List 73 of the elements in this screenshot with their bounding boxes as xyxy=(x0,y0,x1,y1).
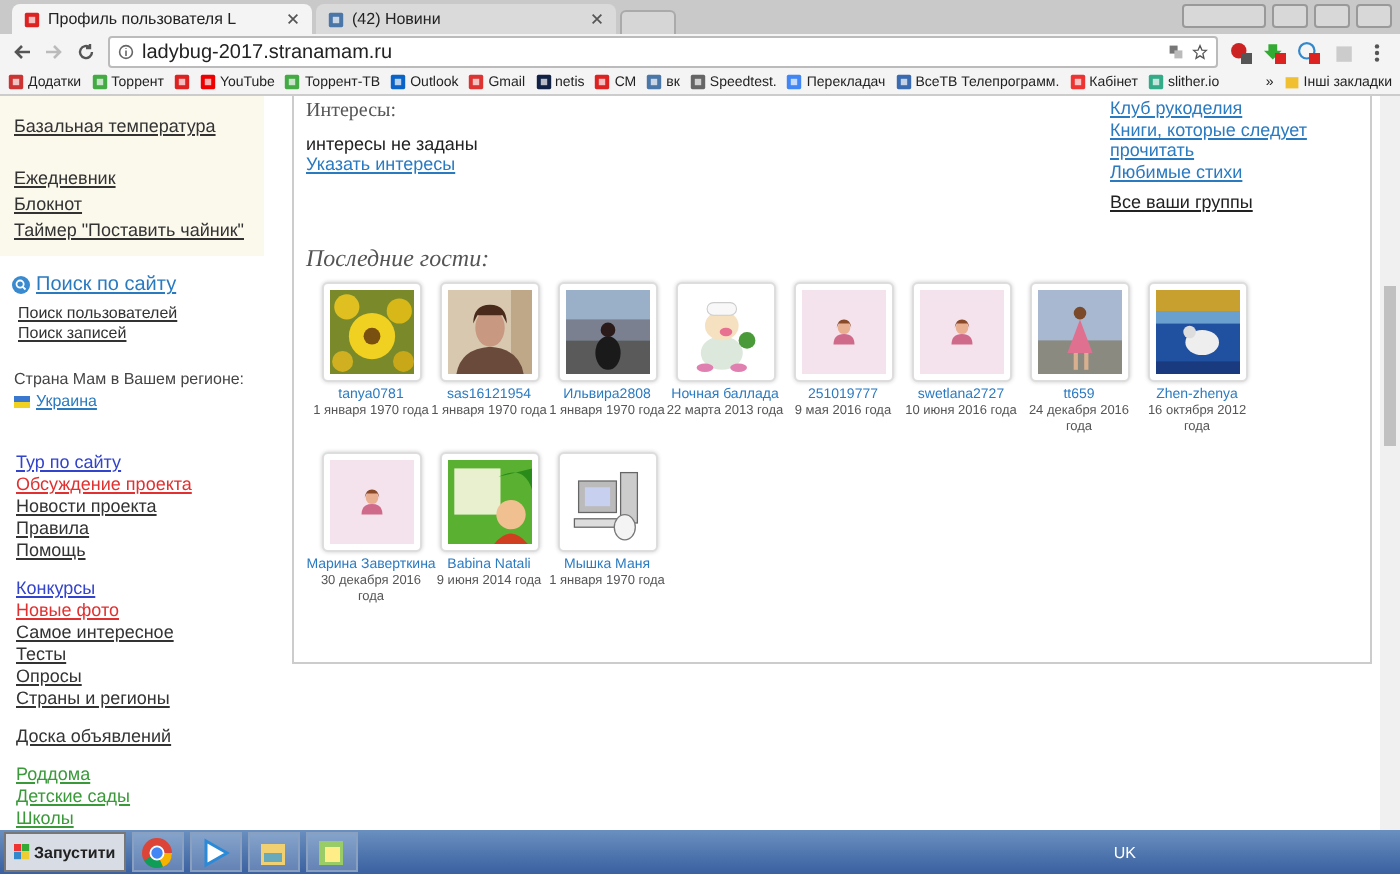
start-button[interactable]: Запустити xyxy=(4,832,126,872)
play-icon xyxy=(200,837,231,867)
extension-icon[interactable] xyxy=(1298,41,1320,63)
nav-link[interactable]: Новости проекта xyxy=(16,496,157,518)
flag-icon xyxy=(14,395,30,407)
browser-tab[interactable]: Профиль пользователя L xyxy=(12,4,312,34)
nav-link[interactable]: Помощь xyxy=(16,540,86,562)
set-interests-link[interactable]: Указать интересы xyxy=(306,154,456,174)
all-groups-link[interactable]: Все ваши группы xyxy=(1110,192,1253,212)
search-link[interactable]: Поиск пользователей xyxy=(18,304,178,324)
scrollbar[interactable] xyxy=(1380,96,1400,830)
guest-thumbnail[interactable] xyxy=(793,282,893,382)
address-field[interactable]: ladybug-2017.stranamam.ru xyxy=(108,36,1218,68)
nav-link[interactable]: Доска объявлений xyxy=(16,726,172,748)
browser-tab[interactable]: (42) Новини xyxy=(316,4,616,34)
close-icon[interactable] xyxy=(286,12,300,26)
folder-icon xyxy=(1283,74,1300,90)
club-link[interactable]: Любимые стихи xyxy=(1110,162,1346,182)
notes-icon xyxy=(316,837,347,867)
extension-icon[interactable] xyxy=(1264,41,1286,63)
guest-thumbnail[interactable] xyxy=(675,282,775,382)
nav-link[interactable]: Обсуждение проекта xyxy=(16,474,192,496)
nav-link[interactable]: Опросы xyxy=(16,666,82,688)
country-link[interactable]: Украина xyxy=(36,390,97,412)
nav-link[interactable]: Тесты xyxy=(16,644,67,666)
guest-thumbnail[interactable] xyxy=(911,282,1011,382)
taskbar-app[interactable] xyxy=(131,832,184,872)
back-icon[interactable] xyxy=(12,42,32,62)
info-icon[interactable] xyxy=(118,44,134,60)
close-icon[interactable] xyxy=(590,12,604,26)
club-link[interactable]: Книги, которые следует прочитать xyxy=(1110,120,1346,160)
site-icon xyxy=(328,11,344,27)
guest-thumbnail[interactable] xyxy=(557,282,657,382)
nav-link[interactable]: Самое интересное xyxy=(16,622,174,644)
windows-icon xyxy=(14,844,30,860)
translate-icon[interactable] xyxy=(1168,44,1184,60)
tool-link[interactable]: Базальная температура xyxy=(14,114,216,138)
guest-thumbnail[interactable] xyxy=(557,452,657,552)
nav-link[interactable]: Роддома xyxy=(16,764,91,786)
tool-link[interactable]: Ежедневник xyxy=(14,166,116,190)
section-heading: Последние гости: xyxy=(306,244,492,274)
language-indicator[interactable]: UK xyxy=(1113,843,1136,861)
search-link[interactable]: Поиск записей xyxy=(18,324,127,344)
star-icon[interactable] xyxy=(1192,44,1208,60)
section-heading: Интересы: xyxy=(306,100,399,122)
search-icon xyxy=(12,276,30,294)
bookmark-link[interactable] xyxy=(173,74,190,90)
nav-link[interactable]: Детские сады xyxy=(16,786,131,808)
nav-link[interactable]: Страны и регионы xyxy=(16,688,170,710)
guest-thumbnail[interactable] xyxy=(321,282,421,382)
tool-link[interactable]: Блокнот xyxy=(14,192,83,216)
nav-link[interactable]: Конкурсы xyxy=(16,578,96,600)
nav-link[interactable]: Новые фото xyxy=(16,600,119,622)
nav-link[interactable]: Тур по сайту xyxy=(16,452,122,474)
nav-link[interactable]: Правила xyxy=(16,518,90,540)
guest-thumbnail[interactable] xyxy=(439,452,539,552)
extension-icon[interactable] xyxy=(1230,41,1252,63)
guest-thumbnail[interactable] xyxy=(321,452,421,552)
site-icon xyxy=(24,11,40,27)
reload-icon[interactable] xyxy=(76,42,96,62)
guest-thumbnail[interactable] xyxy=(1029,282,1129,382)
taskbar-app[interactable] xyxy=(305,832,358,872)
interests-text: интересы не заданы xyxy=(306,134,478,154)
region-label: Страна Мам в Вашем регионе: xyxy=(14,368,247,390)
club-link[interactable]: Клуб рукоделия xyxy=(1110,98,1346,118)
browser-icon xyxy=(142,837,173,867)
tool-link[interactable]: Таймер "Поставить чайник" xyxy=(14,218,244,242)
nav-link[interactable]: Школы xyxy=(16,808,74,830)
taskbar-app[interactable] xyxy=(189,832,242,872)
guest-thumbnail[interactable] xyxy=(439,282,539,382)
taskbar-app[interactable] xyxy=(247,832,300,872)
site-search-link[interactable]: Поиск по сайту xyxy=(36,274,177,296)
guest-thumbnail[interactable] xyxy=(1147,282,1247,382)
